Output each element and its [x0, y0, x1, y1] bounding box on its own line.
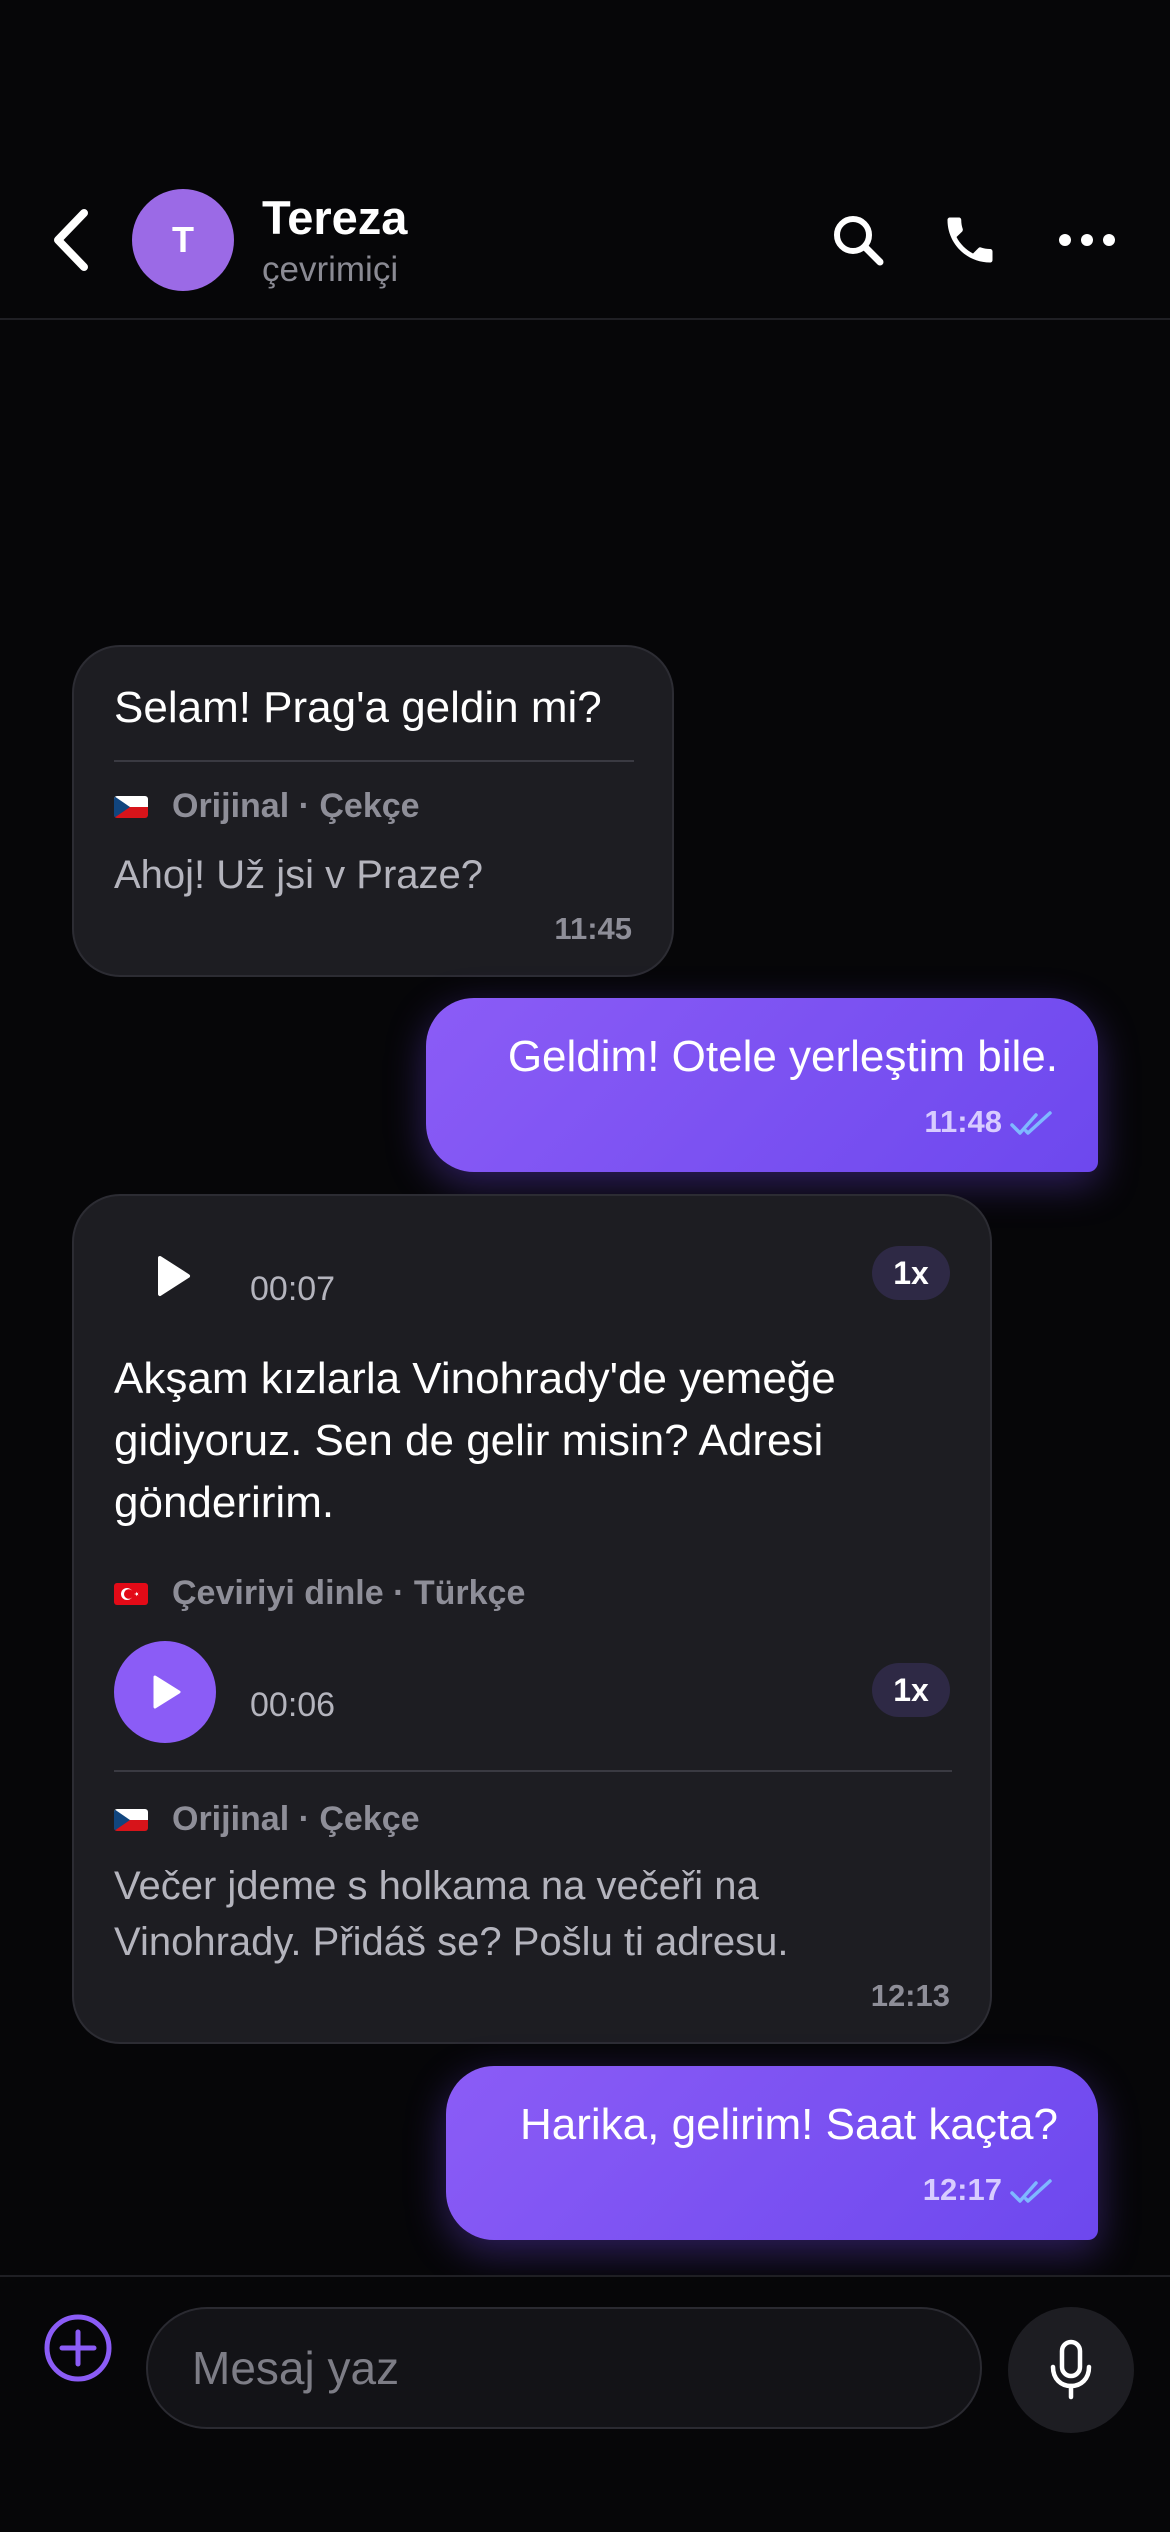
- more-options-button[interactable]: [1052, 205, 1122, 275]
- avatar-initial: T: [172, 219, 194, 260]
- contact-name[interactable]: Tereza: [262, 190, 407, 245]
- original-label: Orijinal · Çekçe: [172, 1800, 420, 1838]
- turkish-flag-icon: [114, 1582, 148, 1605]
- read-ticks-icon: [1010, 1111, 1052, 1135]
- microphone-icon: [1050, 2339, 1092, 2400]
- message-composer: [0, 2275, 1170, 2532]
- original-label-row: Orijinal · Çekçe: [114, 787, 420, 826]
- translated-text: Selam! Prag'a geldin mi?: [114, 683, 602, 732]
- message-time: 12:13: [870, 1978, 950, 2013]
- contact-status: çevrimiçi: [262, 250, 399, 289]
- translation-duration: 00:06: [250, 1686, 336, 1724]
- search-icon: [834, 216, 884, 266]
- chat-header: T Tereza çevrimiçi: [0, 0, 1170, 320]
- add-attachment-button[interactable]: [42, 2312, 114, 2384]
- phone-icon: [947, 217, 993, 263]
- message-time: 12:17: [922, 2172, 1002, 2207]
- play-icon: [158, 1256, 190, 1296]
- read-ticks-icon: [1010, 2179, 1052, 2203]
- message-time: 11:45: [554, 911, 632, 946]
- voice-record-button[interactable]: [1008, 2307, 1134, 2433]
- divider: [114, 1770, 952, 1772]
- translation-speed-button[interactable]: 1x: [872, 1663, 950, 1717]
- avatar[interactable]: T: [132, 189, 234, 291]
- voice-play-button[interactable]: [142, 1246, 202, 1306]
- search-button[interactable]: [823, 205, 893, 275]
- translation-label: Çeviriyi dinle · Türkçe: [172, 1574, 526, 1612]
- message-input[interactable]: [148, 2309, 980, 2427]
- message-text: Harika, gelirim! Saat kaçta?: [520, 2100, 1058, 2149]
- message-input-container[interactable]: [146, 2307, 982, 2429]
- chat-screen: T Tereza çevrimiçi Selam! Prag'a geldin …: [0, 0, 1170, 2532]
- message-time: 11:48: [924, 1104, 1002, 1139]
- call-button[interactable]: [935, 205, 1005, 275]
- more-icon: [1059, 234, 1115, 246]
- message-incoming-voice[interactable]: 00:07 1x Akşam kızlarla Vinohrady'de yem…: [72, 1194, 992, 2044]
- translation-label-row[interactable]: Çeviriyi dinle · Türkçe: [114, 1574, 525, 1613]
- czech-flag-icon: [114, 795, 148, 818]
- message-text: Geldim! Otele yerleştim bile.: [507, 1032, 1058, 1081]
- message-outgoing[interactable]: Geldim! Otele yerleştim bile. 11:48: [426, 998, 1098, 1172]
- voice-duration: 00:07: [250, 1270, 336, 1308]
- czech-flag-icon: [114, 1808, 148, 1831]
- original-text: Večer jdeme s holkama na večeři na Vinoh…: [114, 1864, 789, 1964]
- translation-play-button[interactable]: [114, 1641, 216, 1743]
- original-label: Orijinal · Çekçe: [172, 787, 420, 825]
- divider: [114, 760, 634, 762]
- original-label-row: Orijinal · Çekçe: [114, 1800, 420, 1839]
- back-button[interactable]: [46, 205, 98, 275]
- message-outgoing[interactable]: Harika, gelirim! Saat kaçta? 12:17: [446, 2066, 1098, 2240]
- original-text: Ahoj! Už jsi v Praze?: [114, 853, 484, 897]
- translated-text: Akşam kızlarla Vinohrady'de yemeğe gidiy…: [114, 1354, 836, 1527]
- message-incoming[interactable]: Selam! Prag'a geldin mi? Orijinal · Çekç…: [72, 645, 674, 977]
- play-icon: [153, 1675, 181, 1709]
- chevron-left-icon: [54, 209, 88, 271]
- voice-speed-button[interactable]: 1x: [872, 1246, 950, 1300]
- plus-circle-icon: [44, 2314, 112, 2382]
